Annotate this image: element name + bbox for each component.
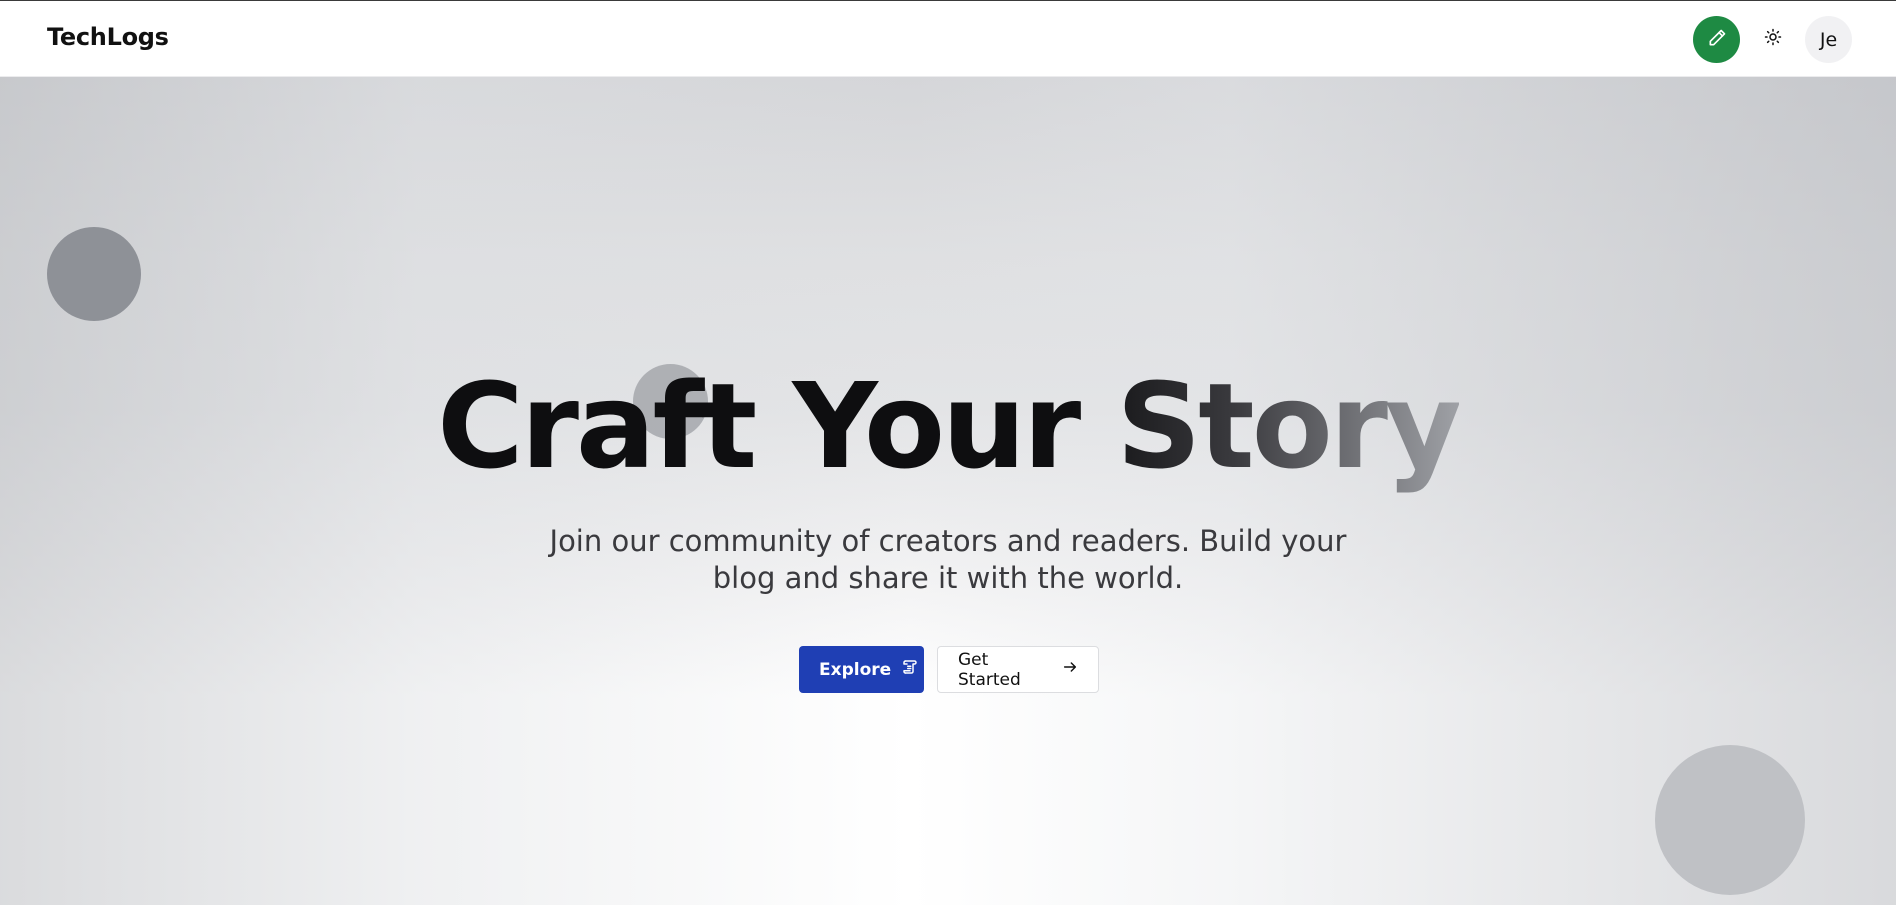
hero-section: Craft Your Story Join our community of c…: [0, 77, 1896, 905]
decorative-circle: [1655, 745, 1805, 895]
user-avatar[interactable]: Je: [1805, 16, 1852, 63]
decorative-circle: [47, 227, 141, 321]
hero-subtitle: Join our community of creators and reade…: [549, 524, 1347, 595]
top-navbar: TechLogs Je: [0, 0, 1896, 77]
brand-logo[interactable]: TechLogs: [47, 23, 169, 51]
hero-actions: Explore Get Started: [799, 646, 1099, 693]
arrow-right-icon: [1062, 659, 1078, 680]
hero-headline: Craft Your Story: [0, 367, 1896, 485]
explore-button[interactable]: Explore: [799, 646, 924, 693]
scroll-icon: [901, 658, 919, 681]
hero-headline-text: Craft Your Story: [437, 357, 1462, 495]
pencil-icon: [1707, 28, 1727, 52]
page: TechLogs Je Craft Your Story Join our co…: [0, 0, 1896, 905]
theme-toggle-button[interactable]: [1757, 22, 1789, 56]
sun-icon: [1764, 28, 1782, 50]
get-started-button[interactable]: Get Started: [937, 646, 1099, 693]
write-post-button[interactable]: [1693, 16, 1740, 63]
get-started-button-label: Get Started: [958, 649, 1021, 690]
explore-button-label: Explore: [819, 659, 892, 680]
